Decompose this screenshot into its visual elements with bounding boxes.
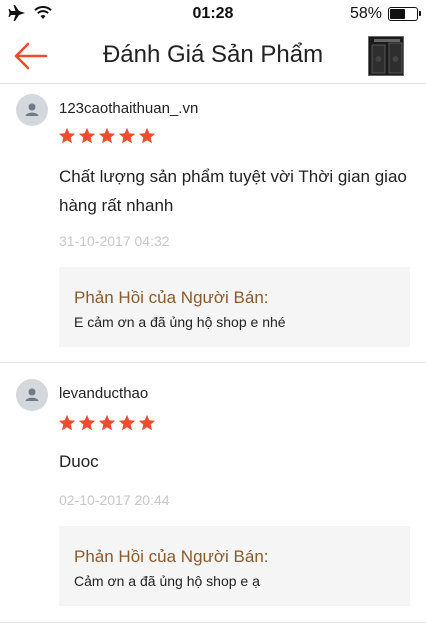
- status-right: 58%: [349, 5, 421, 23]
- star-icon: [98, 414, 116, 431]
- review-text: Chất lượng sản phẩm tuyệt vời Thời gian …: [59, 167, 407, 215]
- rating-stars: [58, 127, 156, 144]
- star-icon: [78, 127, 96, 144]
- seller-reply: Phản Hồi của Người Bán: Cảm ơn a đã ủng …: [59, 526, 410, 606]
- review-date: 31-10-2017 04:32: [59, 233, 170, 249]
- back-arrow-icon: [14, 42, 48, 70]
- review-username: 123caothaithuan_.vn: [59, 100, 199, 117]
- star-icon: [78, 414, 96, 431]
- star-icon: [138, 127, 156, 144]
- star-icon: [58, 414, 76, 431]
- star-icon: [118, 127, 136, 144]
- star-icon: [118, 414, 136, 431]
- battery-icon: [388, 7, 421, 21]
- avatar: [16, 94, 48, 126]
- user-icon: [25, 103, 39, 116]
- back-button[interactable]: [12, 38, 52, 74]
- star-icon: [138, 414, 156, 431]
- rating-stars: [58, 414, 156, 431]
- review-username: levanducthao: [59, 385, 149, 402]
- status-bar: 01:28 58%: [0, 0, 426, 28]
- product-image-icon: [369, 37, 403, 75]
- star-icon: [98, 127, 116, 144]
- review-text: Duoc: [59, 452, 99, 471]
- user-icon: [25, 388, 39, 401]
- review-date: 02-10-2017 20:44: [59, 492, 170, 508]
- review-item: levanducthao Duoc 02-10-2017 20:44 Phản …: [0, 363, 426, 640]
- seller-reply-text: Cảm ơn a đã ủng hộ shop e ạ: [74, 573, 260, 589]
- seller-reply-title: Phản Hồi của Người Bán:: [74, 547, 269, 566]
- page-title: Đánh Giá Sản Phẩm: [102, 41, 324, 68]
- seller-reply: Phản Hồi của Người Bán: E cảm ơn a đã ủn…: [59, 267, 410, 347]
- star-icon: [58, 127, 76, 144]
- review-item: 123caothaithuan_.vn Chất lượng sản phẩm …: [0, 84, 426, 362]
- seller-reply-title: Phản Hồi của Người Bán:: [74, 288, 269, 307]
- divider: [0, 622, 426, 623]
- avatar: [16, 379, 48, 411]
- product-thumbnail[interactable]: [368, 36, 404, 76]
- nav-bar: Đánh Giá Sản Phẩm: [0, 28, 426, 84]
- seller-reply-text: E cảm ơn a đã ủng hộ shop e nhé: [74, 314, 286, 330]
- battery-fill: [390, 9, 405, 19]
- battery-percent: 58%: [349, 5, 382, 22]
